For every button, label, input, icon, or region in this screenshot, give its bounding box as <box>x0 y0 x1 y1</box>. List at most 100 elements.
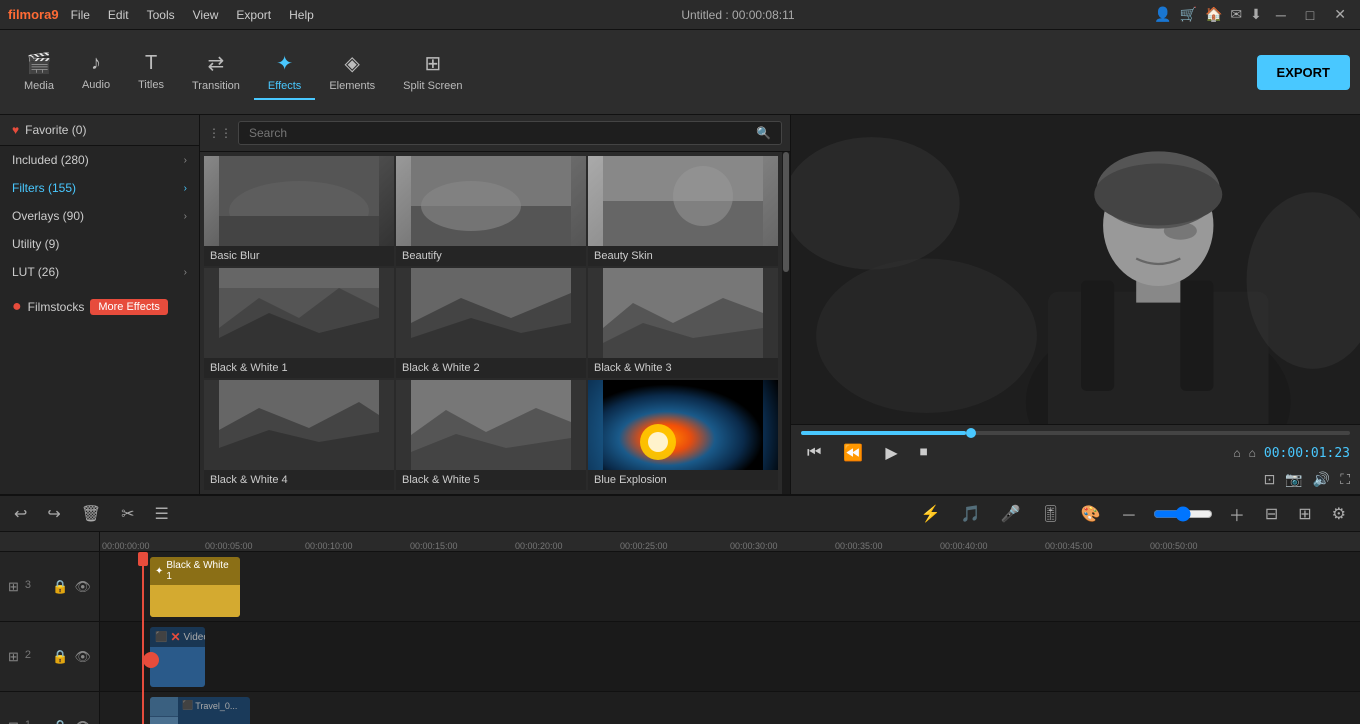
mic-icon[interactable]: 🎤 <box>997 502 1025 526</box>
track-3-grid-icon[interactable]: ⊞ <box>8 579 19 595</box>
chevron-right-icon: › <box>184 155 187 166</box>
menu-file[interactable]: File <box>63 6 98 24</box>
category-overlays[interactable]: Overlays (90) › <box>0 202 199 230</box>
category-overlays-label: Overlays (90) <box>12 209 84 223</box>
delete-button[interactable]: 🗑 <box>77 502 105 526</box>
more-effects-button[interactable]: More Effects <box>90 299 168 315</box>
clip-travel[interactable]: ⬛ Travel_0... <box>150 697 250 724</box>
volume-icon[interactable]: 🔊 <box>1313 471 1330 488</box>
cut-button[interactable]: ✂ <box>117 502 138 526</box>
effects-scroll-thumb[interactable] <box>783 152 789 272</box>
effect-beautify[interactable]: Beautify <box>396 156 586 266</box>
effect-bw4-thumb <box>204 380 394 470</box>
maximize-button[interactable]: □ <box>1300 7 1320 23</box>
category-filters[interactable]: Filters (155) › <box>0 174 199 202</box>
effect-bw1[interactable]: Black & White 1 <box>204 268 394 378</box>
tab-split-screen-label: Split Screen <box>403 80 462 92</box>
track-1-lock-icon[interactable]: 🔒 <box>52 719 68 724</box>
rewind-button[interactable]: ⏮ <box>801 442 827 464</box>
effect-bw5[interactable]: Black & White 5 <box>396 380 586 490</box>
screenshot-icon[interactable]: 📷 <box>1285 471 1302 488</box>
menu-help[interactable]: Help <box>281 6 322 24</box>
bracket-left-icon[interactable]: ⌂ <box>1233 446 1240 460</box>
menu-edit[interactable]: Edit <box>100 6 137 24</box>
track-3-lock-icon[interactable]: 🔒 <box>52 579 68 595</box>
clip-delete-icon[interactable]: ✕ <box>170 630 180 644</box>
effect-bw2-label: Black & White 2 <box>396 358 586 378</box>
search-input[interactable] <box>249 126 750 140</box>
tab-elements[interactable]: ◈ Elements <box>315 45 389 100</box>
effect-blue-explosion[interactable]: Blue Explosion <box>588 380 778 490</box>
minimize-button[interactable]: ─ <box>1270 7 1292 23</box>
redo-button[interactable]: ↪ <box>43 502 64 526</box>
track-label-1: ⊞ 1 🔒 👁 <box>0 692 99 724</box>
effect-basic-blur[interactable]: Basic Blur <box>204 156 394 266</box>
grid-icon[interactable]: ⋮⋮ <box>208 126 232 140</box>
playhead[interactable] <box>142 552 144 724</box>
menu-export[interactable]: Export <box>228 6 279 24</box>
tab-effects[interactable]: ✦ Effects <box>254 45 315 100</box>
filmstocks-dot: ● <box>12 298 22 316</box>
play-button[interactable]: ▶ <box>879 441 903 465</box>
media-icon: 🎬 <box>27 51 52 76</box>
mail-icon[interactable]: ✉ <box>1230 6 1242 23</box>
export-button[interactable]: EXPORT <box>1257 55 1350 90</box>
zoom-out-icon[interactable]: － <box>1117 500 1141 528</box>
mix-icon[interactable]: 🎚 <box>1037 502 1065 526</box>
tab-transition[interactable]: ⇄ Transition <box>178 45 254 100</box>
track-row-2: ⬛ ✕ Video <box>100 622 1360 692</box>
track-2-lock-icon[interactable]: 🔒 <box>52 649 68 665</box>
app-logo: filmora9 <box>8 7 59 22</box>
color-icon[interactable]: 🎨 <box>1077 502 1105 526</box>
track-2-eye-icon[interactable]: 👁 <box>74 649 91 665</box>
tab-audio[interactable]: ♪ Audio <box>68 46 124 99</box>
tab-split-screen[interactable]: ⊞ Split Screen <box>389 45 476 100</box>
audio-clip-icon[interactable]: 🎵 <box>957 502 985 526</box>
elements-icon: ◈ <box>345 51 360 76</box>
ruler-mark-0: 00:00:00:00 <box>102 541 150 551</box>
favorite-bar[interactable]: ♥ Favorite (0) <box>0 115 199 146</box>
effect-bw2[interactable]: Black & White 2 <box>396 268 586 378</box>
effect-bw3-thumb <box>588 268 778 358</box>
menu-tools[interactable]: Tools <box>139 6 183 24</box>
cart-icon[interactable]: 🛒 <box>1180 6 1197 23</box>
home-icon[interactable]: 🏠 <box>1205 6 1222 23</box>
zoom-slider[interactable] <box>1153 506 1213 522</box>
category-included[interactable]: Included (280) › <box>0 146 199 174</box>
download-icon[interactable]: ⬇ <box>1250 6 1262 23</box>
effects-scrollbar[interactable] <box>782 152 790 494</box>
speed-icon[interactable]: ⚡ <box>917 502 945 526</box>
effect-bw3[interactable]: Black & White 3 <box>588 268 778 378</box>
ruler-mark-20: 00:00:20:00 <box>515 541 563 551</box>
tab-media[interactable]: 🎬 Media <box>10 45 68 100</box>
split-view-icon[interactable]: ⊟ <box>1261 502 1282 526</box>
track-3-eye-icon[interactable]: 👁 <box>74 579 91 595</box>
category-utility[interactable]: Utility (9) <box>0 230 199 258</box>
close-button[interactable]: ✕ <box>1328 6 1352 23</box>
effect-bw2-thumb <box>396 268 586 358</box>
track-1-eye-icon[interactable]: 👁 <box>74 719 91 724</box>
account-icon[interactable]: 👤 <box>1154 6 1171 23</box>
effect-bw4[interactable]: Black & White 4 <box>204 380 394 490</box>
tab-titles[interactable]: T Titles <box>124 46 178 99</box>
left-panel: ♥ Favorite (0) Included (280) › Filters … <box>0 115 200 494</box>
grid-view-icon[interactable]: ⊞ <box>1294 502 1315 526</box>
effect-beauty-skin[interactable]: Beauty Skin <box>588 156 778 266</box>
menu-view[interactable]: View <box>185 6 227 24</box>
track-2-grid-icon[interactable]: ⊞ <box>8 649 19 665</box>
track-1-grid-icon[interactable]: ⊞ <box>8 719 19 724</box>
zoom-in-icon[interactable]: ＋ <box>1225 500 1249 528</box>
category-lut[interactable]: LUT (26) › <box>0 258 199 286</box>
effect-bw3-label: Black & White 3 <box>588 358 778 378</box>
timeline-settings-icon[interactable]: ⚙ <box>1328 502 1350 526</box>
fullscreen-icon[interactable]: ⛶ <box>1340 471 1350 488</box>
tab-transition-label: Transition <box>192 80 240 92</box>
stop-button[interactable]: ⏹ <box>914 442 934 464</box>
bracket-right-icon[interactable]: ⌂ <box>1249 446 1256 460</box>
undo-button[interactable]: ↩ <box>10 502 31 526</box>
progress-track[interactable] <box>801 431 1350 435</box>
step-back-button[interactable]: ⏪ <box>837 441 869 465</box>
pip-icon[interactable]: ⊡ <box>1264 471 1276 488</box>
clip-bw1[interactable]: ✦ Black & White 1 <box>150 557 240 617</box>
settings-button[interactable]: ☰ <box>151 502 173 526</box>
